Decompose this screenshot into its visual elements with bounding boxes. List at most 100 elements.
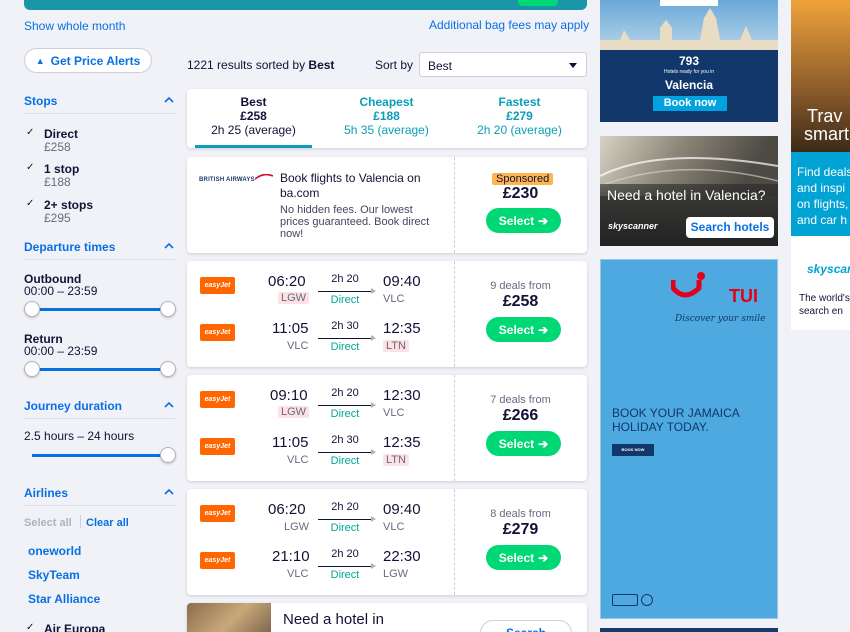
hotel-teaser-image [187,603,271,632]
hotel-teaser-search-button[interactable]: Search [480,620,572,632]
easyjet-logo: easyJet [200,438,235,455]
skyscanner-side-ad[interactable]: Trav smart Find deals and inspi on fligh… [791,0,850,330]
tab-time: 5h 35 (average) [344,123,429,137]
outbound-slider-min-handle[interactable] [24,301,40,317]
sponsored-body: No hidden fees. Our lowest prices guaran… [280,204,430,240]
card-divider [454,157,455,253]
tui-tagline: Discover your smile [675,314,766,324]
ad-book-now-button[interactable]: Book now [653,96,727,111]
stops-label: Direct [330,522,360,534]
stop-filter-price: £258 [44,140,71,154]
tab-cheapest[interactable]: Cheapest £188 5h 35 (average) [320,89,453,148]
alliance-oneworld[interactable]: oneworld [28,544,81,558]
arrow-right-icon: ➔ [538,322,549,337]
stops-section-header[interactable]: Stops [24,94,175,114]
chevron-up-icon [164,242,174,249]
chevron-down-icon [569,63,577,68]
route-line [318,335,376,341]
get-price-alerts-button[interactable]: ▲ Get Price Alerts [24,48,152,73]
journey-duration-section-header[interactable]: Journey duration [24,399,175,419]
outbound-slider-track[interactable] [32,308,168,311]
skyscanner-hotel-ad[interactable]: Need a hotel in Valencia? skyscanner Sea… [600,136,778,246]
departure-time: 21:10 [272,548,310,565]
route-line [318,402,376,408]
easyjet-logo: easyJet [200,324,235,341]
duration-slider-track[interactable] [32,454,168,457]
tab-label: Best [240,95,267,109]
select-label: Select [498,436,535,451]
sort-select[interactable]: Best [419,52,587,77]
select-button[interactable]: Select ➔ [486,317,561,342]
departure-time: 11:05 [272,320,309,337]
departure-time: 11:05 [272,434,309,451]
valencia-hotels-ad[interactable]: 793 Hotels ready for you in Valencia Boo… [600,0,778,122]
stop-filter-price: £188 [44,175,71,189]
tab-fastest[interactable]: Fastest £279 2h 20 (average) [453,89,586,148]
tab-best[interactable]: Best £258 2h 25 (average) [187,89,320,148]
ad-search-hotels-button[interactable]: Search hotels [686,217,774,238]
arrow-right-icon: ➔ [538,550,549,565]
results-sorted-by: Best [308,58,335,72]
select-button[interactable]: Select ➔ [486,545,561,570]
tui-headline: BOOK YOUR JAMAICA HOLIDAY TODAY. [612,406,740,434]
alliance-skyteam[interactable]: SkyTeam [28,568,80,582]
stops-title: Stops [24,94,58,108]
tui-book-now-button[interactable]: BOOK NOW [612,444,654,456]
ad-side-body: Find deals and inspi on flights, and car… [797,165,850,227]
checkmark-icon: ✓ [26,162,35,173]
easyjet-logo: easyJet [200,505,235,522]
alliance-star-alliance[interactable]: Star Alliance [28,592,100,606]
hotel-teaser-card[interactable]: Need a hotel in Search [187,603,587,632]
stops-label: Direct [330,408,360,420]
sort-tabs: Best £258 2h 25 (average) Cheapest £188 … [187,89,587,148]
tab-time: 2h 20 (average) [477,123,562,137]
card-divider [454,375,455,481]
hotel-teaser-title: Need a hotel in [283,611,384,628]
flight-duration: 2h 20 [331,273,359,285]
search-summary-button[interactable] [518,0,558,6]
return-slider-track[interactable] [32,368,168,371]
skyscanner-logo: skyscanner [608,221,658,231]
card-divider [454,489,455,595]
tui-jamaica-ad[interactable]: TUI Discover your smile BOOK YOUR JAMAIC… [600,259,778,619]
select-button[interactable]: Select ➔ [486,208,561,233]
deals-count: 9 deals from [490,280,551,292]
arrival-airport: LTN [383,454,409,466]
arrival-time: 12:35 [383,434,421,451]
tab-time: 2h 25 (average) [211,123,296,137]
show-whole-month-link[interactable]: Show whole month [24,19,125,33]
duration-slider-handle[interactable] [160,447,176,463]
active-tab-indicator [195,145,312,148]
departure-airport: LGW [284,521,310,533]
flight-result-card[interactable]: easyJet 09:10 LGW 2h 20 Direct 12:30 VLC… [187,375,587,481]
select-all-link[interactable]: Select all [24,517,72,529]
departure-airport: VLC [287,454,309,466]
departure-times-section-header[interactable]: Departure times [24,240,175,260]
route-line [318,563,376,569]
sponsored-headline[interactable]: Book flights to Valencia on ba.com [280,171,440,201]
ad-smart-text: smart [804,124,849,144]
departure-airport: LGW [278,292,310,304]
arrow-right-icon: ➔ [538,436,549,451]
stop-filter-label: Direct [44,127,79,141]
arrow-right-icon: ➔ [538,213,549,228]
flight-duration: 2h 20 [331,501,359,513]
outbound-range: 00:00 – 23:59 [24,284,98,298]
return-slider-max-handle[interactable] [160,361,176,377]
bag-fees-link[interactable]: Additional bag fees may apply [429,18,589,32]
select-button[interactable]: Select ➔ [486,431,561,456]
tab-label: Fastest [498,95,541,109]
departure-time: 06:20 [268,501,306,518]
airlines-section-header[interactable]: Airlines [24,486,175,506]
flight-result-card[interactable]: easyJet 06:20 LGW 2h 20 Direct 09:40 VLC… [187,489,587,595]
flight-result-card[interactable]: easyJet 06:20 LGW 2h 20 Direct 09:40 VLC… [187,261,587,367]
stops-label: Direct [330,341,360,353]
checkmark-icon: ✓ [26,198,35,209]
chevron-up-icon [164,488,174,495]
outbound-slider-max-handle[interactable] [160,301,176,317]
clear-all-link[interactable]: Clear all [86,517,129,529]
abta-logo-icon [612,594,638,606]
sponsored-result-card[interactable]: BRITISH AIRWAYS Book flights to Valencia… [187,157,587,253]
departure-times-title: Departure times [24,240,116,254]
return-slider-min-handle[interactable] [24,361,40,377]
